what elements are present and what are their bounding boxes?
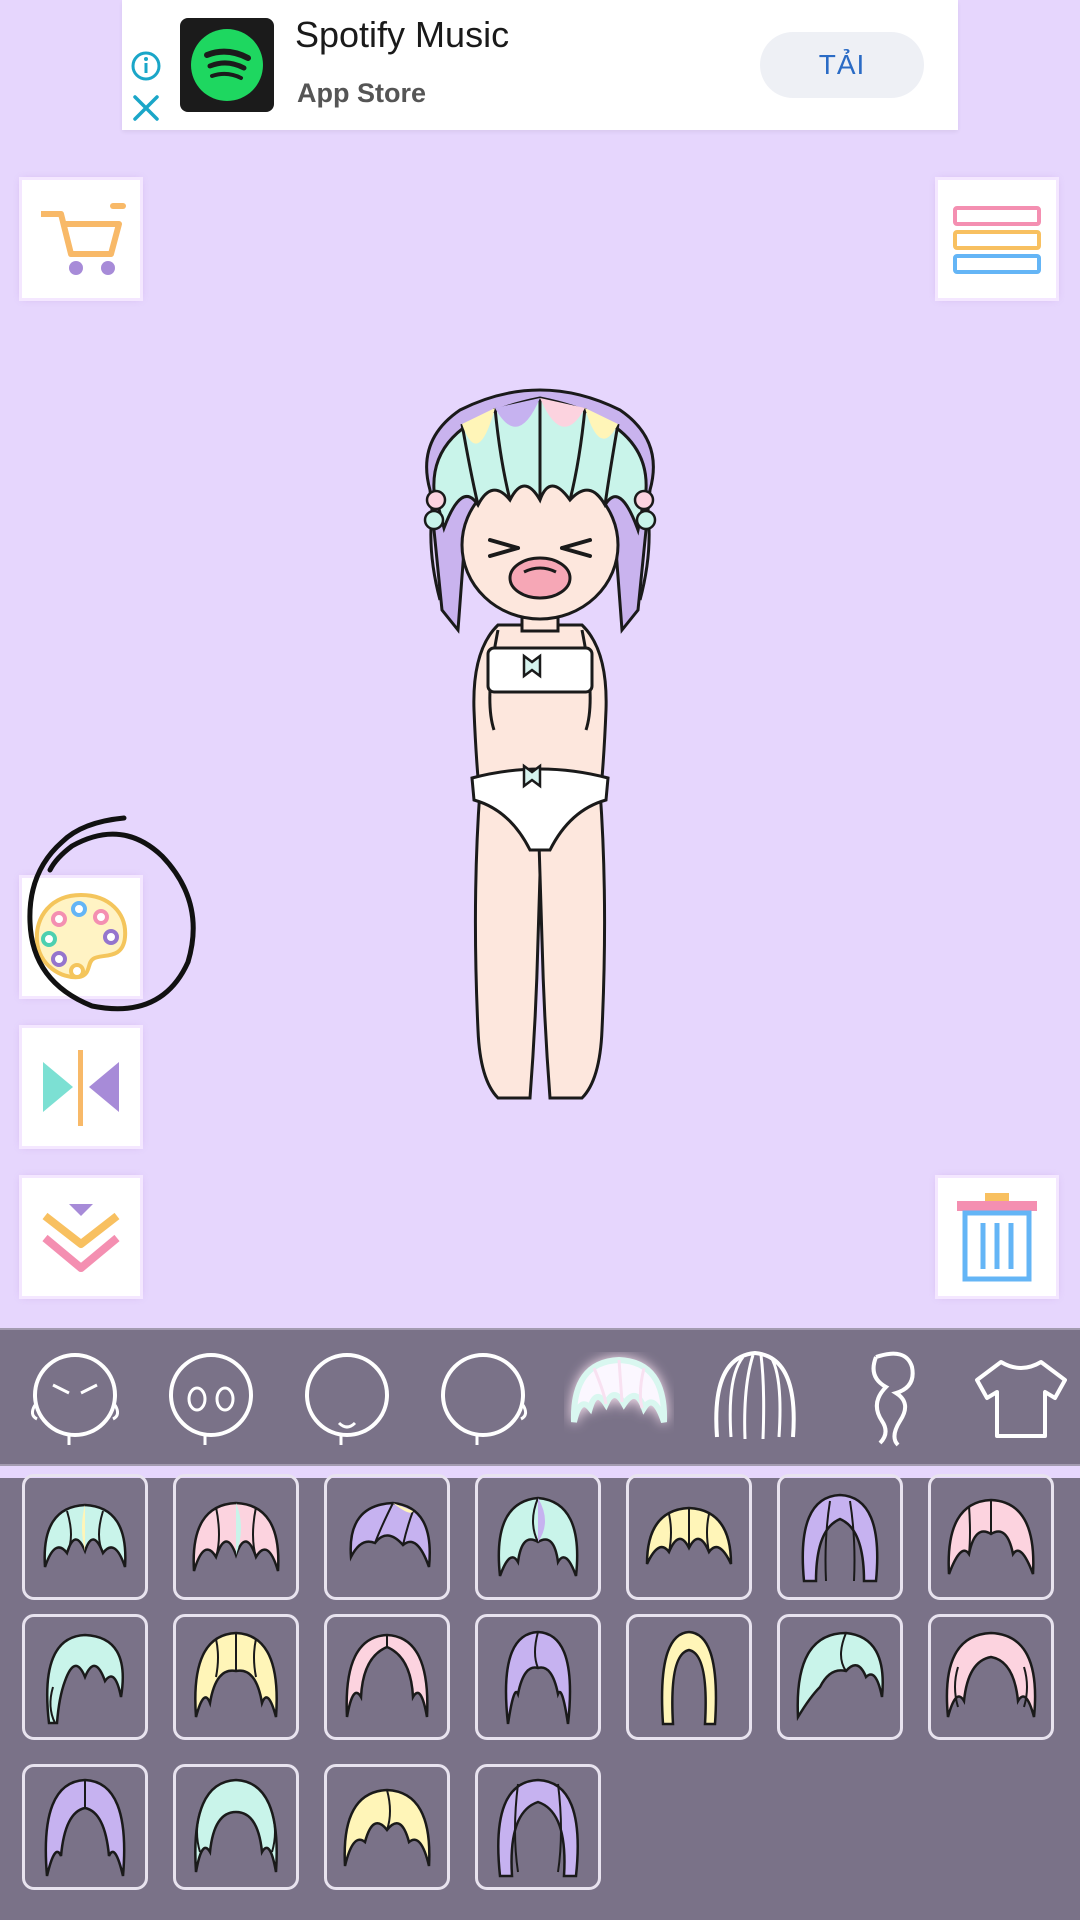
hair-item-6[interactable] <box>777 1474 903 1600</box>
download-button[interactable]: TẢI <box>760 32 924 98</box>
hair-item-2[interactable] <box>173 1474 299 1600</box>
hair-thumbnail-icon <box>43 1503 127 1568</box>
ad-subtitle: App Store <box>297 78 427 108</box>
hair-thumbnail-icon <box>945 1631 1037 1718</box>
tab-mouth[interactable] <box>292 1342 402 1452</box>
hair-item-1[interactable] <box>22 1474 148 1600</box>
tab-eyes[interactable] <box>156 1342 266 1452</box>
hair-item-14[interactable] <box>928 1614 1054 1740</box>
hair-item-12[interactable] <box>626 1614 752 1740</box>
hair-item-15[interactable] <box>22 1764 148 1890</box>
tab-ponytail[interactable] <box>836 1342 946 1452</box>
bangs-hair-icon <box>570 1356 668 1423</box>
spotify-logo <box>180 18 274 112</box>
tab-back-hair[interactable] <box>700 1342 810 1452</box>
color-palette-button[interactable] <box>22 878 140 996</box>
trash-icon <box>957 1193 1037 1282</box>
flip-icon <box>43 1050 119 1126</box>
hair-thumbnail-icon <box>497 1496 579 1577</box>
hair-thumbnail-icon <box>796 1631 884 1722</box>
shop-button[interactable] <box>22 180 140 298</box>
hair-thumbnail-icon <box>349 1501 431 1568</box>
hair-thumbnail-icon <box>194 1631 278 1718</box>
ponytail-icon <box>871 1351 915 1447</box>
hair-thumbnail-icon <box>660 1630 718 1726</box>
item-grid <box>0 1474 1080 1920</box>
hair-item-4[interactable] <box>475 1474 601 1600</box>
hair-thumbnail-icon <box>645 1506 733 1565</box>
palette-icon <box>34 892 128 980</box>
menu-icon <box>953 206 1041 274</box>
hair-thumbnail-icon <box>345 1633 429 1718</box>
tab-eyes-closed-face[interactable] <box>20 1342 130 1452</box>
hair-thumbnail-icon <box>497 1778 579 1878</box>
collapse-icon <box>42 1204 120 1272</box>
hair-item-7[interactable] <box>928 1474 1054 1600</box>
hair-thumbnail-icon <box>44 1778 126 1877</box>
hair-thumbnail-icon <box>801 1493 879 1583</box>
hair-item-8[interactable] <box>22 1614 148 1740</box>
hair-item-5[interactable] <box>626 1474 752 1600</box>
hair-thumbnail-icon <box>947 1498 1035 1575</box>
tab-shirt[interactable] <box>966 1342 1076 1452</box>
tab-blank-face[interactable] <box>428 1342 538 1452</box>
category-bar <box>0 1328 1080 1466</box>
info-icon[interactable] <box>130 50 162 82</box>
hair-item-10[interactable] <box>324 1614 450 1740</box>
face-mouth-icon <box>305 1353 389 1445</box>
hair-item-17[interactable] <box>324 1764 450 1890</box>
ad-title: Spotify Music <box>295 14 510 55</box>
cart-icon <box>41 203 126 275</box>
face-blank-icon <box>441 1353 528 1445</box>
close-icon[interactable] <box>130 92 162 124</box>
hair-thumbnail-icon <box>504 1630 572 1725</box>
ad-banner[interactable]: Spotify Music App Store TẢI <box>122 0 958 130</box>
hair-item-18[interactable] <box>475 1764 601 1890</box>
flip-button[interactable] <box>22 1028 140 1146</box>
delete-button[interactable] <box>938 1178 1056 1296</box>
shirt-icon <box>975 1360 1067 1438</box>
hair-thumbnail-icon <box>194 1778 278 1873</box>
doll-character <box>423 388 657 1100</box>
hair-item-11[interactable] <box>475 1614 601 1740</box>
back-hair-icon <box>714 1350 796 1440</box>
menu-button[interactable] <box>938 180 1056 298</box>
hair-thumbnail-icon <box>192 1501 280 1572</box>
tab-bangs-hair[interactable] <box>564 1342 674 1452</box>
face-eyes-icon <box>169 1353 253 1445</box>
hair-item-9[interactable] <box>173 1614 299 1740</box>
face-closed-eyes-icon <box>30 1353 120 1445</box>
hair-item-3[interactable] <box>324 1474 450 1600</box>
hair-item-13[interactable] <box>777 1614 903 1740</box>
hair-thumbnail-icon <box>343 1788 431 1867</box>
hair-item-16[interactable] <box>173 1764 299 1890</box>
collapse-button[interactable] <box>22 1178 140 1296</box>
hair-thumbnail-icon <box>45 1633 125 1725</box>
spotify-icon <box>191 29 263 101</box>
